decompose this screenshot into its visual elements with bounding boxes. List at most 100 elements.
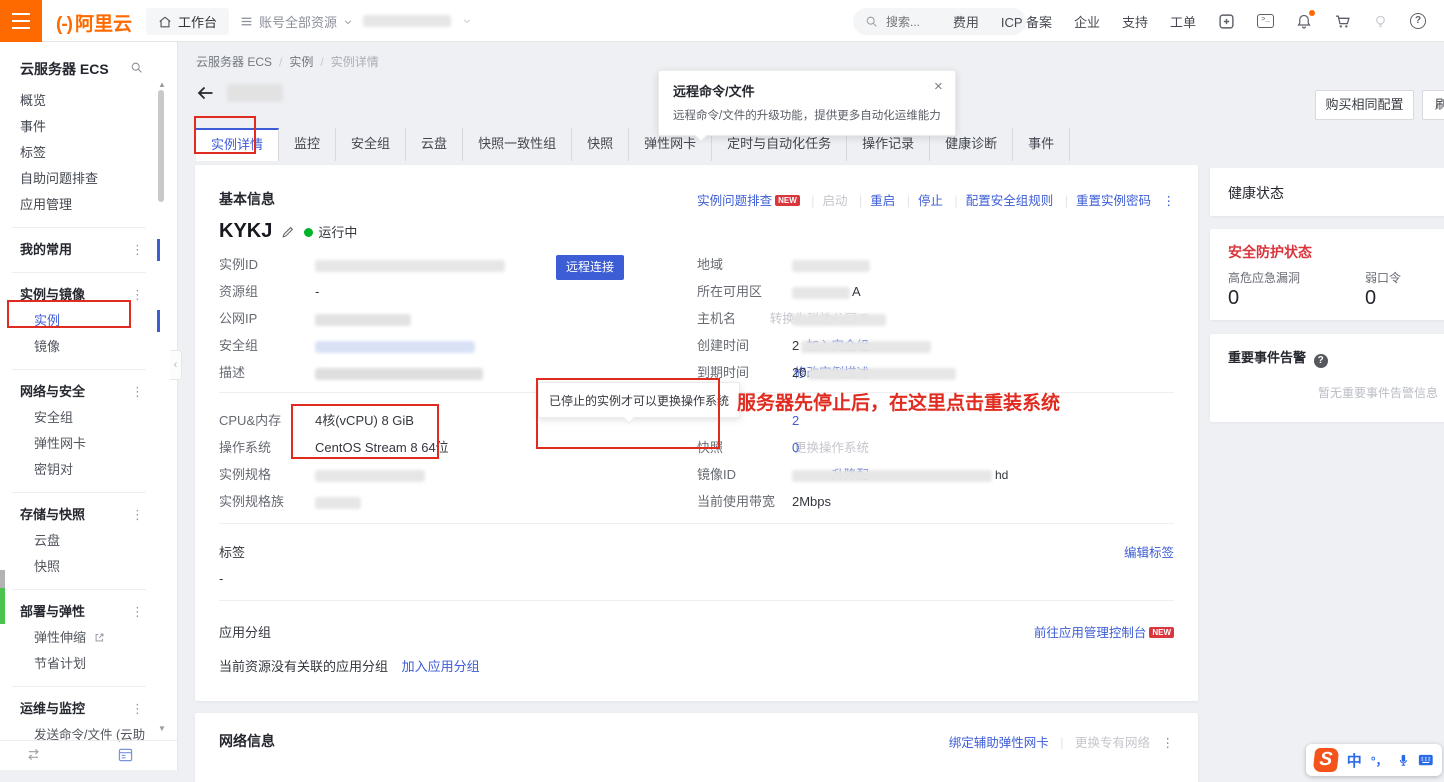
sidebar-group-instances-images[interactable]: 实例与镜像⋮ (0, 282, 158, 308)
value-redacted (315, 497, 361, 509)
reset-password-link[interactable]: 重置实例密码 (1076, 194, 1151, 208)
sidebar-group-favorites[interactable]: 我的常用⋮ (0, 237, 158, 263)
help-circle-icon[interactable]: ? (1314, 354, 1328, 368)
keyboard-icon[interactable] (1418, 753, 1434, 767)
account-scope-dropdown[interactable]: 账号全部资源 (240, 12, 353, 31)
tab-monitoring[interactable]: 监控 (279, 128, 336, 161)
sidebar-item-disks[interactable]: 云盘 (0, 528, 158, 554)
sidebar-group-ops-monitoring[interactable]: 运维与监控⋮ (0, 696, 158, 722)
sidebar-item-images[interactable]: 镜像 (0, 334, 158, 360)
sidebar-item-snapshots[interactable]: 快照 (0, 554, 158, 580)
sidebar-group-network-security[interactable]: 网络与安全⋮ (0, 379, 158, 405)
more-icon[interactable]: ⋮ (131, 282, 144, 308)
sidebar-item-key-pairs[interactable]: 密钥对 (0, 457, 158, 483)
vuln-metric-value[interactable]: 0 (1228, 287, 1239, 310)
join-app-group-link[interactable]: 加入应用分组 (402, 659, 480, 674)
edit-tags-link[interactable]: 编辑标签 (1124, 540, 1174, 566)
external-link-icon (94, 632, 105, 643)
help-icon[interactable]: ? (1410, 13, 1426, 29)
hamburger-menu-button[interactable] (0, 0, 42, 42)
nav-link-support[interactable]: 支持 (1122, 12, 1148, 31)
swap-arrows-icon[interactable] (26, 748, 41, 766)
sidebar-item-self-troubleshoot[interactable]: 自助问题排查 (0, 166, 158, 192)
more-icon[interactable]: ⋮ (131, 502, 144, 528)
new-badge: NEW (1149, 627, 1174, 638)
tab-snapshot-consistency-groups[interactable]: 快照一致性组 (463, 128, 572, 161)
snapshot-count-link[interactable]: 0 (792, 440, 799, 455)
buy-same-config-button[interactable]: 购买相同配置 (1315, 90, 1414, 120)
more-network-actions-icon[interactable]: ⋮ (1162, 736, 1175, 750)
sidebar-collapse-handle[interactable]: ‹ (170, 350, 182, 380)
tab-instance-detail[interactable]: 实例详情 (196, 128, 279, 161)
sidebar-item-savings-plans[interactable]: 节省计划 (0, 651, 158, 677)
refresh-button[interactable]: 刷新 (1422, 90, 1444, 120)
mic-icon[interactable] (1397, 752, 1410, 768)
sidebar-group-deploy-elasticity[interactable]: 部署与弹性⋮ (0, 599, 158, 625)
nav-link-tickets[interactable]: 工单 (1170, 12, 1196, 31)
more-actions-icon[interactable]: ⋮ (1163, 194, 1176, 208)
cloud-shell-icon[interactable]: >_ (1257, 14, 1274, 28)
sidebar-scrollbar-thumb[interactable] (158, 90, 164, 202)
lightbulb-icon[interactable] (1373, 13, 1388, 30)
more-icon[interactable]: ⋮ (131, 379, 144, 405)
tab-snapshots[interactable]: 快照 (572, 128, 629, 161)
notifications-bell-icon[interactable] (1296, 13, 1312, 30)
scrollbar-up-arrow[interactable]: ▲ (158, 80, 166, 89)
stop-link[interactable]: 停止 (918, 194, 943, 208)
sidebar-group-storage-snapshots[interactable]: 存储与快照⋮ (0, 502, 158, 528)
tab-events[interactable]: 事件 (1013, 128, 1070, 161)
divider (12, 369, 146, 370)
edit-pencil-icon[interactable] (281, 225, 295, 239)
nav-link-billing[interactable]: 费用 (953, 12, 979, 31)
ime-punct-toggle[interactable]: °， (1371, 752, 1388, 769)
more-icon[interactable]: ⋮ (131, 599, 144, 625)
sidebar-item-overview[interactable]: 概览 (0, 88, 158, 114)
instance-name: KYKJ (219, 220, 272, 243)
ime-lang-toggle[interactable]: 中 (1347, 750, 1362, 771)
chevron-down-icon[interactable] (462, 16, 472, 26)
important-events-title: 重要事件告警 ? (1228, 347, 1328, 368)
sogou-logo[interactable]: S (1313, 748, 1339, 772)
app-center-icon[interactable] (1218, 13, 1235, 30)
disk-count-link[interactable]: 2 (792, 413, 799, 428)
tab-security-groups[interactable]: 安全组 (336, 128, 406, 161)
sidebar-item-auto-scaling[interactable]: 弹性伸缩 (0, 625, 158, 651)
nav-link-enterprise[interactable]: 企业 (1074, 12, 1100, 31)
account-name-redacted (363, 15, 451, 27)
breadcrumb-ecs[interactable]: 云服务器 ECS (196, 55, 272, 69)
tab-disks[interactable]: 云盘 (406, 128, 463, 161)
cart-icon[interactable] (1334, 13, 1351, 30)
page-title-row (196, 84, 283, 102)
configure-sg-rules-link[interactable]: 配置安全组规则 (966, 194, 1054, 208)
remote-connect-button[interactable]: 远程连接 (556, 255, 624, 280)
bind-eni-link[interactable]: 绑定辅助弹性网卡 (949, 736, 1049, 750)
sidebar-item-tags[interactable]: 标签 (0, 140, 158, 166)
value-redacted (792, 314, 886, 326)
more-icon[interactable]: ⋮ (131, 237, 144, 263)
scrollbar-down-arrow[interactable]: ▼ (158, 724, 166, 733)
top-nav-links: 费用 ICP 备案 企业 支持 工单 >_ ? (953, 0, 1444, 42)
sidebar-item-events[interactable]: 事件 (0, 114, 158, 140)
sidebar-item-security-groups[interactable]: 安全组 (0, 405, 158, 431)
basic-info-title: 基本信息 (219, 189, 275, 209)
back-arrow-icon[interactable] (196, 85, 215, 101)
tooltip-title: 远程命令/文件 (673, 81, 941, 100)
sidebar-search-icon[interactable] (130, 61, 143, 79)
instance-troubleshoot-link[interactable]: 实例问题排查 (697, 194, 772, 208)
sidebar-item-instances[interactable]: 实例 (0, 308, 158, 334)
breadcrumb-instances[interactable]: 实例 (289, 55, 313, 69)
collapse-panel-icon[interactable] (118, 748, 133, 767)
field-row-created-time: 创建时间2 (697, 333, 1153, 359)
sidebar-item-enis[interactable]: 弹性网卡 (0, 431, 158, 457)
chevron-down-icon (343, 17, 353, 27)
restart-link[interactable]: 重启 (870, 194, 895, 208)
workbench-button[interactable]: 工作台 (146, 8, 229, 35)
more-icon[interactable]: ⋮ (131, 696, 144, 722)
app-group-title: 应用分组 (219, 625, 271, 640)
value-redacted (315, 470, 425, 482)
nav-link-icp[interactable]: ICP 备案 (1001, 12, 1052, 31)
weak-password-value[interactable]: 0 (1365, 287, 1376, 310)
sidebar-item-app-management[interactable]: 应用管理 (0, 192, 158, 218)
app-console-link[interactable]: 前往应用管理控制台 (1034, 626, 1147, 640)
close-icon[interactable]: × (934, 78, 943, 95)
